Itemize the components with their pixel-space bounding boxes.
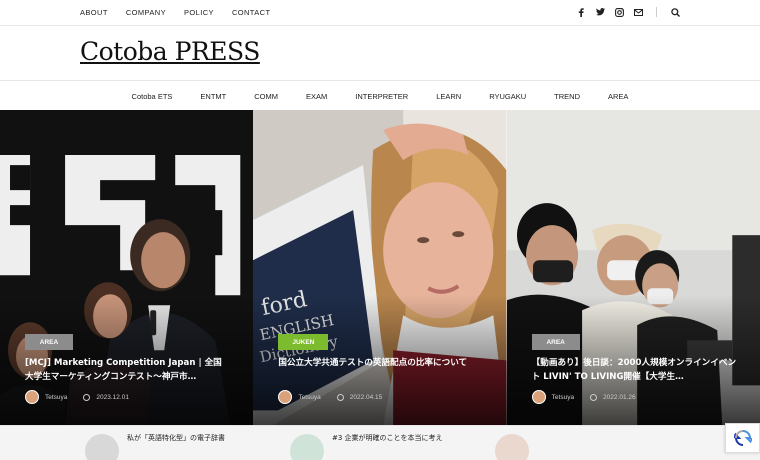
related-thumbnail (290, 434, 324, 460)
category-nav: Cotoba ETS ENTMT COMM EXAM INTERPRETER L… (0, 82, 760, 110)
author-avatar (531, 390, 546, 404)
article-meta: Tetsuya 2023.12.01 (25, 390, 129, 404)
related-thumbnail (495, 434, 529, 460)
category-badge[interactable]: JUKEN (278, 334, 329, 350)
author-avatar (278, 390, 293, 404)
related-title[interactable]: 私が「英語特化型」の電子辞書 (127, 433, 267, 443)
facebook-icon[interactable] (576, 7, 586, 17)
category-badge[interactable]: AREA (531, 334, 580, 350)
nav-exam[interactable]: EXAM (306, 82, 327, 110)
article-date: 2023.12.01 (96, 393, 129, 401)
social-links (576, 7, 680, 17)
nav-entmt[interactable]: ENTMT (200, 82, 226, 110)
site-logo[interactable]: Cotoba PRESS (80, 37, 260, 66)
nav-cotoba-ets[interactable]: Cotoba ETS (132, 82, 173, 110)
related-item[interactable]: #3 企業が明確のことを本当に考え (290, 434, 472, 460)
instagram-icon[interactable] (614, 7, 624, 17)
article-meta: Tetsuya 2022.01.26 (531, 390, 636, 404)
logo-area: Cotoba PRESS (0, 26, 760, 81)
twitter-icon[interactable] (595, 7, 605, 17)
divider (656, 7, 657, 17)
clock-icon (336, 393, 344, 401)
nav-ryugaku[interactable]: RYUGAKU (489, 82, 526, 110)
top-bar: ABOUT COMPANY POLICY CONTACT (0, 0, 760, 26)
mail-icon[interactable] (633, 7, 643, 17)
top-nav-company[interactable]: COMPANY (126, 8, 166, 17)
related-thumbnail (85, 434, 119, 460)
clock-icon (590, 393, 598, 401)
article-title[interactable]: [MCJ] Marketing Competition Japan | 全国大学… (25, 356, 230, 384)
category-badge[interactable]: AREA (25, 334, 73, 350)
nav-trend[interactable]: TREND (554, 82, 580, 110)
nav-area[interactable]: AREA (608, 82, 628, 110)
top-nav: ABOUT COMPANY POLICY CONTACT (80, 8, 270, 17)
related-item[interactable] (495, 434, 529, 460)
recaptcha-badge[interactable] (725, 423, 760, 453)
nav-comm[interactable]: COMM (254, 82, 278, 110)
clock-icon (83, 393, 91, 401)
article-date: 2022.04.15 (349, 393, 383, 401)
article-title[interactable]: 【動画あり】後日談：2000人規模オンラインイベント LIVIN' TO LIV… (532, 356, 737, 384)
author-name: Tetsuya (45, 393, 68, 401)
author-name: Tetsuya (551, 393, 575, 401)
featured-card[interactable]: AREA [MCJ] Marketing Competition Japan |… (0, 110, 254, 425)
nav-learn[interactable]: LEARN (436, 82, 461, 110)
featured-card[interactable]: AREA 【動画あり】後日談：2000人規模オンラインイベント LIVIN' T… (506, 110, 760, 425)
article-meta: Tetsuya 2022.04.15 (278, 390, 382, 404)
related-title[interactable]: #3 企業が明確のことを本当に考え (332, 433, 472, 443)
featured-articles: AREA [MCJ] Marketing Competition Japan |… (0, 110, 760, 425)
nav-interpreter[interactable]: INTERPRETER (355, 82, 408, 110)
related-item[interactable]: 私が「英語特化型」の電子辞書 (85, 434, 267, 460)
related-strip: 私が「英語特化型」の電子辞書 #3 企業が明確のことを本当に考え (0, 425, 760, 460)
recaptcha-icon (733, 430, 752, 446)
author-avatar (25, 390, 39, 404)
article-date: 2022.01.26 (603, 393, 636, 401)
top-nav-about[interactable]: ABOUT (80, 8, 108, 17)
top-nav-contact[interactable]: CONTACT (232, 8, 271, 17)
search-icon[interactable] (670, 7, 680, 17)
author-name: Tetsuya (298, 393, 321, 401)
top-nav-policy[interactable]: POLICY (184, 8, 214, 17)
featured-card[interactable]: ford ENGLISH Dictionary JUKEN 国公立大学共通テスト… (253, 110, 507, 425)
article-title[interactable]: 国公立大学共通テストの英語配点の比率について (278, 356, 483, 370)
